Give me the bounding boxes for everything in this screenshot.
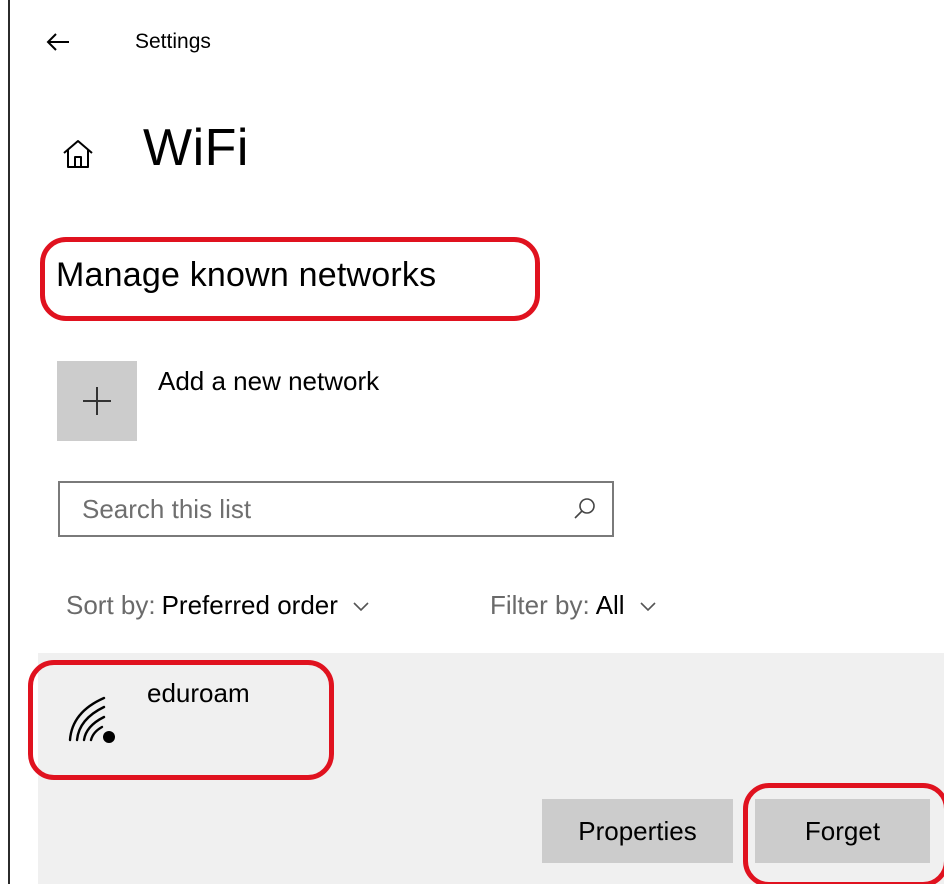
network-name: eduroam [147,678,250,708]
section-title: Manage known networks [56,256,437,294]
back-button[interactable] [40,24,76,60]
app-title: Settings [135,30,211,53]
chevron-down-icon [640,601,656,611]
settings-window: Settings WiFi Manage known networks Add … [0,0,944,884]
window-border [8,0,10,884]
add-network-label[interactable]: Add a new network [158,366,379,397]
search-icon[interactable] [572,496,598,522]
page-title: WiFi [143,119,249,177]
plus-icon [83,387,111,415]
search-input[interactable] [60,483,560,535]
filter-value: All [595,590,625,620]
forget-button[interactable]: Forget [755,799,930,863]
properties-button[interactable]: Properties [542,799,733,863]
sort-value: Preferred order [161,590,338,620]
arrow-left-icon [46,33,69,51]
search-box[interactable] [58,481,614,537]
home-icon [63,140,93,168]
filter-label: Filter by: [490,590,590,620]
sort-dropdown[interactable]: Sort by: Preferred order [66,590,370,621]
filter-dropdown[interactable]: Filter by: All [490,590,657,621]
chevron-down-icon [353,601,369,611]
sort-label: Sort by: [66,590,156,620]
add-network-button[interactable] [57,361,137,441]
wifi-secured-icon [68,696,115,743]
